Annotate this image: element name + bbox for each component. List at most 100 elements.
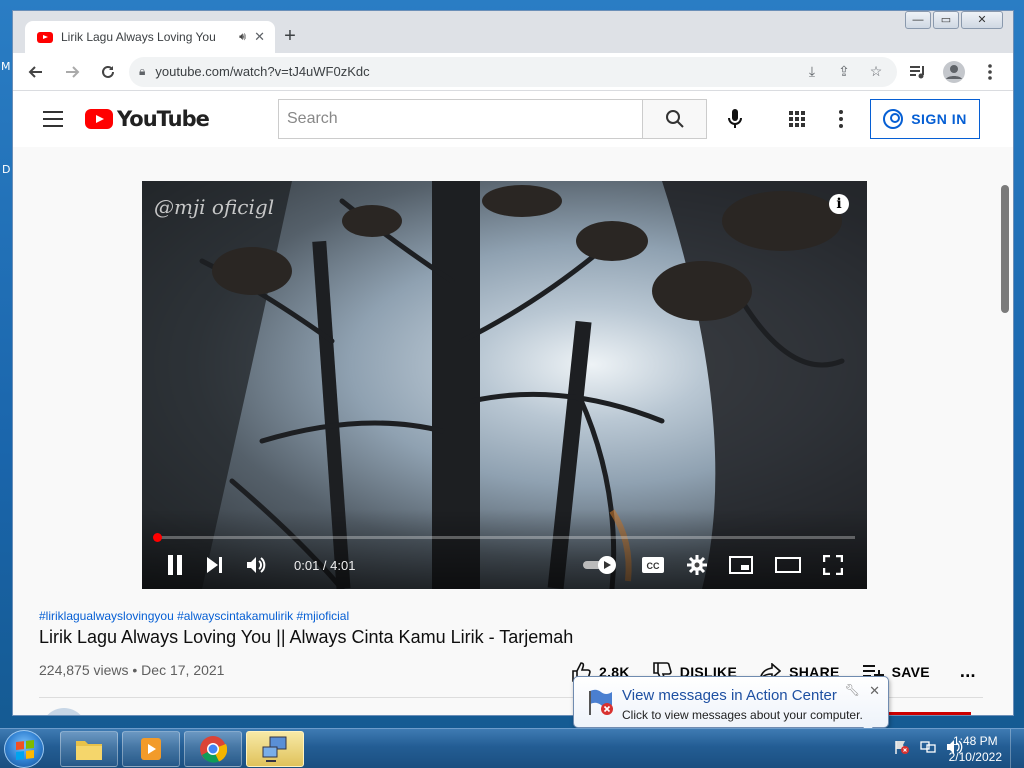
tab-title: Lirik Lagu Always Loving You	[61, 30, 216, 44]
taskbar-chrome[interactable]	[184, 731, 242, 767]
title-bar: Lirik Lagu Always Loving You 🔊︎ ✕ + — ▭ …	[13, 11, 1013, 53]
desktop-icon-label-fragment: M	[1, 60, 11, 73]
fullscreen-button[interactable]	[823, 549, 843, 581]
search-box	[278, 99, 707, 139]
minimize-button[interactable]: —	[905, 11, 931, 29]
media-control-button[interactable]	[903, 57, 933, 87]
channel-avatar[interactable]	[41, 708, 87, 715]
captions-icon: CC	[642, 557, 664, 573]
new-tab-button[interactable]: +	[277, 24, 303, 50]
taskbar: 1:48 PM 2/10/2022	[0, 728, 1024, 768]
more-actions-button[interactable]: ...	[960, 661, 976, 682]
clock-date: 2/10/2022	[948, 750, 1002, 764]
microphone-icon	[728, 109, 742, 128]
account-icon	[883, 109, 904, 129]
progress-bar[interactable]	[152, 533, 855, 542]
media-player-icon	[141, 738, 161, 760]
action-center-notification[interactable]: View messages in Action Center Click to …	[573, 676, 889, 739]
search-button[interactable]	[643, 99, 707, 139]
svg-text:CC: CC	[647, 561, 660, 571]
view-count-date: 224,875 views • Dec 17, 2021	[39, 662, 225, 678]
video-player[interactable]: @mji oficigl i 0:01 / 4:01 CC	[142, 181, 867, 589]
reload-icon	[102, 65, 114, 78]
lock-icon[interactable]: 🔒︎	[139, 64, 145, 79]
gear-icon	[687, 555, 707, 575]
taskbar-explorer[interactable]	[60, 731, 118, 767]
taskbar-media-player[interactable]	[122, 731, 180, 767]
theater-mode-button[interactable]	[775, 549, 801, 581]
taskbar-control-panel[interactable]	[246, 731, 304, 767]
remote-computer-icon	[262, 736, 287, 762]
address-bar[interactable]: 🔒︎ youtube.com/watch?v=tJ4uWF0zKdc ⤓ ⇪ ☆	[129, 56, 897, 87]
browser-toolbar: 🔒︎ youtube.com/watch?v=tJ4uWF0zKdc ⤓ ⇪ ☆	[13, 53, 1013, 91]
youtube-page: YouTube SIGN IN	[13, 91, 1013, 715]
page-scrollbar[interactable]	[1001, 185, 1009, 313]
video-title: Lirik Lagu Always Loving You || Always C…	[39, 627, 574, 647]
back-arrow-icon	[28, 65, 42, 78]
restore-button[interactable]: ▭	[933, 11, 959, 29]
back-button[interactable]	[21, 57, 51, 87]
search-icon	[665, 110, 684, 128]
settings-menu-icon[interactable]	[829, 103, 853, 135]
skip-next-icon	[207, 557, 222, 573]
install-app-icon[interactable]: ⤓	[801, 63, 823, 80]
search-input[interactable]	[278, 99, 643, 139]
theater-mode-icon	[775, 557, 801, 573]
miniplayer-button[interactable]	[729, 549, 753, 581]
notification-subtitle: Click to view messages about your comput…	[622, 708, 863, 722]
close-window-button[interactable]: ✕	[961, 11, 1003, 29]
apps-grid-icon[interactable]	[781, 103, 813, 135]
save-label: SAVE	[891, 663, 930, 680]
captions-button[interactable]: CC	[641, 549, 665, 581]
voice-search-button[interactable]	[719, 103, 751, 135]
next-button[interactable]	[206, 549, 224, 581]
reload-button[interactable]	[93, 57, 123, 87]
wrench-icon: 🔧︎	[844, 683, 860, 697]
autoplay-toggle-icon	[583, 556, 616, 574]
time-display: 0:01 / 4:01	[294, 557, 356, 573]
action-center-flag-icon	[589, 689, 613, 715]
folder-icon	[76, 741, 102, 760]
youtube-logo[interactable]: YouTube	[85, 107, 210, 131]
video-watermark: @mji oficigl	[154, 195, 275, 219]
notification-title[interactable]: View messages in Action Center	[622, 687, 837, 704]
desktop-icon-label-fragment: D	[2, 163, 11, 176]
profile-button[interactable]	[939, 57, 969, 87]
bookmark-star-icon[interactable]: ☆	[865, 63, 887, 80]
chrome-menu-button[interactable]	[975, 57, 1005, 87]
scrubber-handle[interactable]	[152, 533, 162, 542]
hamburger-menu-icon[interactable]	[41, 107, 65, 131]
action-center-flag-tray-icon[interactable]	[894, 739, 910, 755]
taskbar-clock[interactable]: 1:48 PM 2/10/2022	[949, 733, 1002, 765]
autoplay-toggle[interactable]	[583, 549, 619, 581]
speaker-icon[interactable]: 🔊︎	[239, 31, 246, 44]
show-desktop-button[interactable]	[1010, 729, 1024, 768]
player-controls: 0:01 / 4:01 CC	[142, 549, 867, 581]
pause-button[interactable]	[166, 549, 184, 581]
profile-avatar-icon	[943, 60, 965, 83]
browser-tab[interactable]: Lirik Lagu Always Loving You 🔊︎ ✕	[25, 21, 275, 53]
youtube-play-logo-icon	[85, 109, 113, 129]
settings-button[interactable]	[687, 549, 707, 581]
video-hashtags[interactable]: #liriklagualwayslovingyou #alwayscintaka…	[39, 609, 349, 623]
window-controls: — ▭ ✕	[905, 11, 1003, 29]
volume-button[interactable]	[246, 549, 268, 581]
notification-close-button[interactable]: ✕	[869, 683, 880, 699]
info-icon[interactable]: i	[829, 194, 849, 214]
forward-arrow-icon	[66, 65, 80, 78]
start-button[interactable]	[4, 730, 44, 768]
sign-in-label: SIGN IN	[911, 111, 967, 127]
more-actions-label: ...	[959, 661, 976, 681]
volume-icon	[247, 557, 266, 573]
fullscreen-icon	[823, 555, 843, 575]
network-icon[interactable]	[920, 739, 936, 755]
url-text[interactable]: youtube.com/watch?v=tJ4uWF0zKdc	[155, 64, 791, 79]
close-tab-icon[interactable]: ✕	[254, 29, 265, 45]
chrome-icon	[200, 736, 227, 763]
youtube-logo-text: YouTube	[117, 107, 210, 131]
sign-in-button[interactable]: SIGN IN	[870, 99, 980, 139]
youtube-favicon-icon	[37, 31, 53, 43]
forward-button[interactable]	[57, 57, 87, 87]
windows-logo-icon	[16, 740, 34, 760]
share-icon[interactable]: ⇪	[833, 63, 855, 80]
